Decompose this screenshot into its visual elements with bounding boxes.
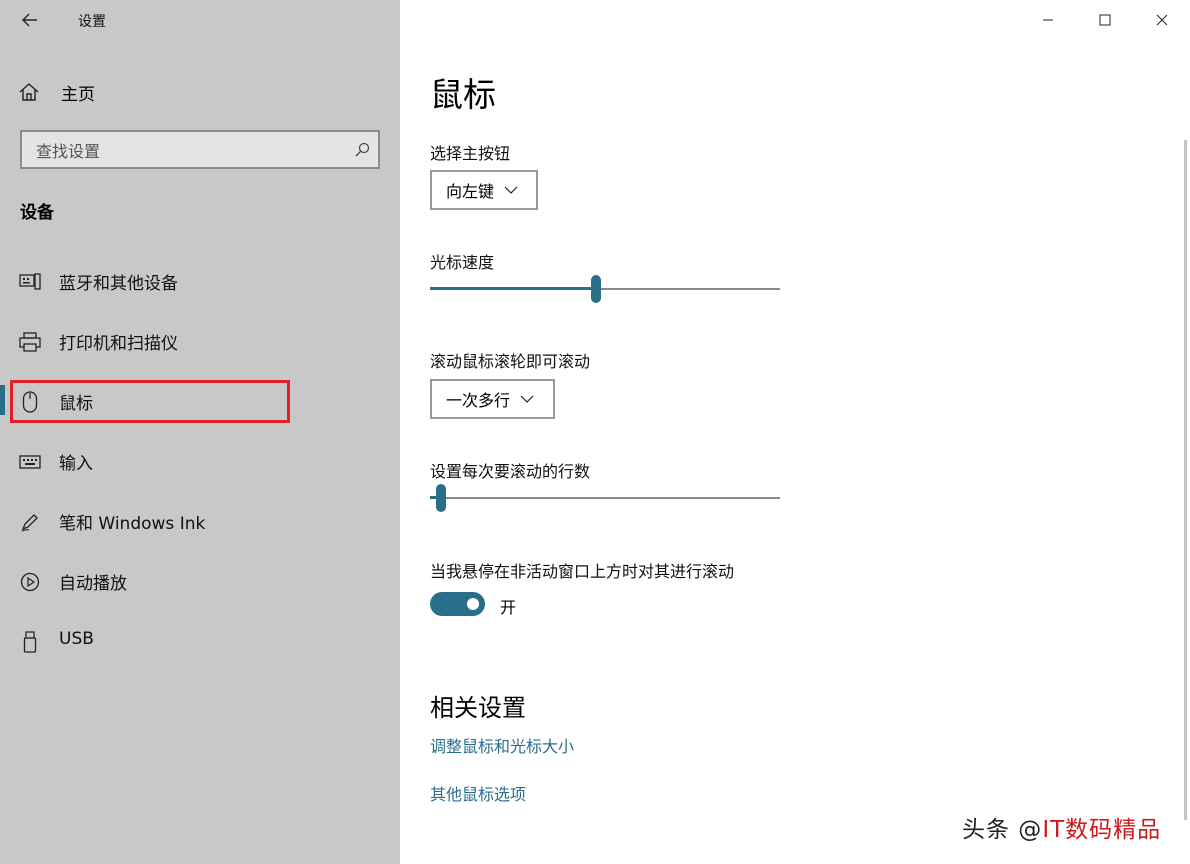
section-title: 设备 (20, 203, 54, 223)
slider-track (430, 497, 780, 499)
adjust-mouse-cursor-size-link[interactable]: 调整鼠标和光标大小 (430, 733, 574, 757)
sidebar-item-printers[interactable]: 打印机和扫描仪 (0, 312, 400, 372)
home-label: 主页 (61, 84, 95, 105)
sidebar-item-bluetooth[interactable]: 蓝牙和其他设备 (0, 252, 400, 312)
slider-thumb[interactable] (591, 275, 601, 303)
inactive-scroll-toggle[interactable] (430, 592, 485, 616)
autoplay-icon (18, 571, 42, 593)
bluetooth-devices-icon (18, 271, 42, 293)
sidebar-nav: 蓝牙和其他设备 打印机和扫描仪 鼠标 输入 笔和 Windows Ink 自动播… (0, 252, 400, 672)
cursor-speed-slider[interactable] (430, 273, 780, 305)
search-placeholder: 查找设置 (36, 141, 101, 161)
sidebar-item-label: 蓝牙和其他设备 (59, 274, 178, 294)
home-icon (19, 83, 39, 101)
search-input[interactable]: 查找设置 (20, 130, 380, 169)
toggle-knob (467, 598, 479, 610)
printer-icon (18, 331, 42, 353)
watermark-source: 头条 @ (962, 817, 1043, 843)
pen-icon (18, 511, 42, 533)
sidebar-item-autoplay[interactable]: 自动播放 (0, 552, 400, 612)
active-indicator (0, 385, 5, 415)
dropdown-value: 一次多行 (446, 391, 511, 410)
chevron-down-icon (520, 395, 534, 403)
chevron-down-icon (504, 186, 518, 194)
search-icon[interactable] (346, 142, 378, 158)
scroll-wheel-dropdown[interactable]: 一次多行 (430, 379, 555, 419)
app-title: 设置 (78, 14, 106, 30)
cursor-speed-label: 光标速度 (430, 253, 495, 272)
toggle-state-label: 开 (500, 598, 517, 617)
sidebar-item-label: 打印机和扫描仪 (59, 334, 178, 354)
lines-to-scroll-slider[interactable] (430, 482, 780, 514)
sidebar-item-mouse[interactable]: 鼠标 (0, 372, 400, 432)
mouse-icon (18, 391, 42, 413)
scroll-wheel-label: 滚动鼠标滚轮即可滚动 (430, 352, 591, 371)
watermark: 头条 @IT数码精品 (962, 810, 1161, 844)
scrollbar[interactable] (1184, 140, 1187, 820)
dropdown-value: 向左键 (446, 182, 495, 201)
home-nav-item[interactable]: 主页 (18, 78, 95, 106)
sidebar-item-label: 自动播放 (59, 574, 127, 594)
sidebar-item-usb[interactable]: USB (0, 612, 400, 672)
sidebar-item-label: 笔和 Windows Ink (59, 514, 206, 534)
primary-button-label: 选择主按钮 (430, 144, 511, 163)
related-settings-title: 相关设置 (430, 694, 526, 722)
sidebar-item-typing[interactable]: 输入 (0, 432, 400, 492)
sidebar-item-label: USB (59, 629, 94, 649)
sidebar: 设置 主页 查找设置 设备 蓝牙和其他设备 打印机和扫描仪 鼠标 输入 笔和 W… (0, 0, 400, 864)
back-arrow-icon (22, 13, 37, 27)
sidebar-item-pen[interactable]: 笔和 Windows Ink (0, 492, 400, 552)
back-button[interactable] (17, 8, 43, 32)
sidebar-item-label: 输入 (59, 454, 93, 474)
lines-to-scroll-label: 设置每次要滚动的行数 (430, 462, 591, 481)
slider-thumb[interactable] (436, 484, 446, 512)
page-title: 鼠标 (430, 75, 496, 114)
usb-icon (18, 631, 42, 653)
watermark-author: IT数码精品 (1042, 817, 1162, 843)
slider-fill (430, 287, 596, 290)
sidebar-item-label: 鼠标 (59, 394, 93, 414)
keyboard-icon (18, 451, 42, 473)
additional-mouse-options-link[interactable]: 其他鼠标选项 (430, 781, 526, 805)
primary-button-dropdown[interactable]: 向左键 (430, 170, 538, 210)
inactive-scroll-label: 当我悬停在非活动窗口上方时对其进行滚动 (430, 562, 735, 581)
main-content: 鼠标 选择主按钮 向左键 光标速度 滚动鼠标滚轮即可滚动 一次多行 设置每次要滚… (400, 0, 1190, 864)
